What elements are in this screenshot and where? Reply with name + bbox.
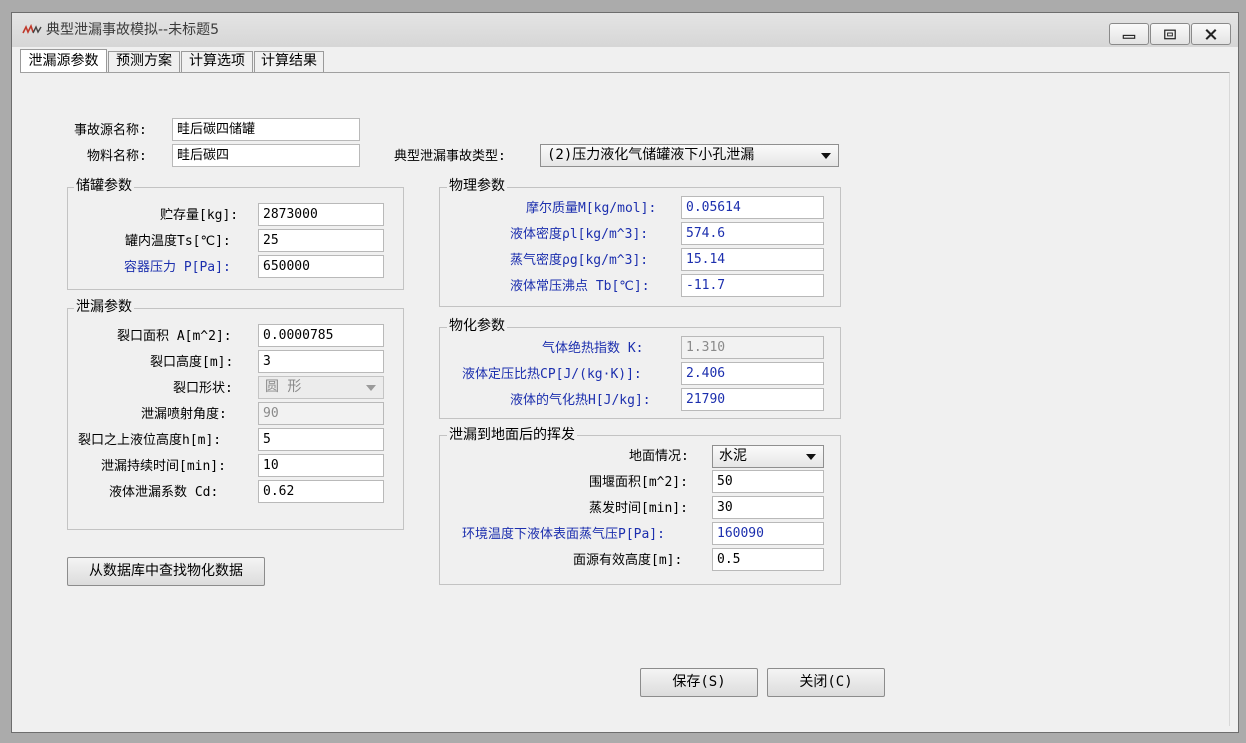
material-name-label: 物料名称: bbox=[87, 149, 147, 164]
liquid-density-label: 液体密度ρl[kg/m^3]: bbox=[510, 227, 649, 242]
evaporation-title: 泄漏到地面后的挥发 bbox=[447, 427, 577, 443]
tab-calc-options[interactable]: 计算选项 bbox=[181, 51, 253, 72]
tank-temp-label: 罐内温度Ts[℃]: bbox=[125, 234, 231, 249]
liquid-density-field[interactable]: 574.6 bbox=[681, 222, 824, 245]
physical-params-title: 物理参数 bbox=[447, 178, 507, 194]
leak-params-title: 泄漏参数 bbox=[74, 299, 134, 315]
leak-coef-label: 液体泄漏系数 Cd: bbox=[109, 485, 219, 500]
jet-angle-field[interactable]: 90 bbox=[258, 402, 384, 425]
vapor-pressure-label: 环境温度下液体表面蒸气压P[Pa]: bbox=[462, 527, 665, 542]
dike-area-label: 围堰面积[m^2]: bbox=[589, 475, 688, 490]
dike-area-field[interactable]: 50 bbox=[712, 470, 824, 493]
adiabatic-index-field[interactable]: 1.310 bbox=[681, 336, 824, 359]
breach-height-field[interactable]: 3 bbox=[258, 350, 384, 373]
close-button[interactable]: 关闭(C) bbox=[767, 668, 885, 697]
source-height-field[interactable]: 0.5 bbox=[712, 548, 824, 571]
leak-duration-field[interactable]: 10 bbox=[258, 454, 384, 477]
lookup-database-button[interactable]: 从数据库中查找物化数据 bbox=[67, 557, 265, 586]
ground-type-select[interactable]: 水泥 bbox=[712, 445, 824, 468]
ground-type-label: 地面情况: bbox=[629, 449, 689, 464]
main-window: 典型泄漏事故模拟--未标题5 泄漏源参数 预测方案 计算选项 计算结果 事故源名… bbox=[11, 12, 1239, 733]
source-name-label: 事故源名称: bbox=[74, 123, 147, 138]
chevron-down-icon bbox=[806, 454, 816, 460]
adiabatic-index-label: 气体绝热指数 K: bbox=[542, 341, 644, 356]
accident-type-select[interactable]: (2)压力液化气储罐液下小孔泄漏 bbox=[540, 144, 839, 167]
boiling-point-field[interactable]: -11.7 bbox=[681, 274, 824, 297]
vapor-density-label: 蒸气密度ρg[kg/m^3]: bbox=[510, 253, 649, 268]
tank-temp-field[interactable]: 25 bbox=[258, 229, 384, 252]
molar-mass-field[interactable]: 0.05614 bbox=[681, 196, 824, 219]
minimize-button[interactable] bbox=[1109, 23, 1149, 45]
source-height-label: 面源有效高度[m]: bbox=[573, 553, 683, 568]
tab-forecast-plan[interactable]: 预测方案 bbox=[108, 51, 180, 72]
breach-shape-label: 裂口形状: bbox=[173, 381, 233, 396]
chevron-down-icon bbox=[366, 385, 376, 391]
tank-params-title: 储罐参数 bbox=[74, 178, 134, 194]
specific-heat-field[interactable]: 2.406 bbox=[681, 362, 824, 385]
close-window-button[interactable] bbox=[1191, 23, 1231, 45]
app-logo-icon bbox=[22, 24, 42, 34]
vessel-pressure-label: 容器压力 P[Pa]: bbox=[124, 260, 231, 275]
storage-amount-label: 贮存量[kg]: bbox=[160, 208, 239, 223]
physchem-params-title: 物化参数 bbox=[447, 318, 507, 334]
chevron-down-icon bbox=[821, 153, 831, 159]
molar-mass-label: 摩尔质量M[kg/mol]: bbox=[526, 201, 657, 216]
accident-type-label: 典型泄漏事故类型: bbox=[394, 149, 506, 164]
accident-type-value: (2)压力液化气储罐液下小孔泄漏 bbox=[547, 147, 755, 163]
breach-height-label: 裂口高度[m]: bbox=[150, 355, 234, 370]
evap-time-field[interactable]: 30 bbox=[712, 496, 824, 519]
material-name-field[interactable]: 畦后碳四 bbox=[172, 144, 360, 167]
breach-area-label: 裂口面积 A[m^2]: bbox=[117, 329, 232, 344]
vapor-pressure-field[interactable]: 160090 bbox=[712, 522, 824, 545]
vaporization-heat-label: 液体的气化热H[J/kg]: bbox=[510, 393, 651, 408]
title-bar[interactable]: 典型泄漏事故模拟--未标题5 bbox=[12, 13, 1238, 47]
leak-duration-label: 泄漏持续时间[min]: bbox=[101, 459, 226, 474]
leak-source-panel: 事故源名称: 畦后碳四储罐 物料名称: 畦后碳四 典型泄漏事故类型: (2)压力… bbox=[20, 72, 1230, 726]
storage-amount-field[interactable]: 2873000 bbox=[258, 203, 384, 226]
boiling-point-label: 液体常压沸点 Tb[℃]: bbox=[510, 279, 650, 294]
evap-time-label: 蒸发时间[min]: bbox=[589, 501, 688, 516]
minimize-icon bbox=[1122, 34, 1136, 39]
specific-heat-label: 液体定压比热CP[J/(kg·K)]: bbox=[462, 367, 642, 382]
save-button[interactable]: 保存(S) bbox=[640, 668, 758, 697]
close-icon bbox=[1205, 28, 1217, 40]
maximize-button[interactable] bbox=[1150, 23, 1190, 45]
breach-area-field[interactable]: 0.0000785 bbox=[258, 324, 384, 347]
vessel-pressure-field[interactable]: 650000 bbox=[258, 255, 384, 278]
vapor-density-field[interactable]: 15.14 bbox=[681, 248, 824, 271]
liquid-level-label: 裂口之上液位高度h[m]: bbox=[78, 433, 222, 448]
ground-type-value: 水泥 bbox=[719, 448, 747, 464]
restore-icon bbox=[1164, 29, 1176, 40]
leak-coef-field[interactable]: 0.62 bbox=[258, 480, 384, 503]
liquid-level-field[interactable]: 5 bbox=[258, 428, 384, 451]
tab-leak-source[interactable]: 泄漏源参数 bbox=[20, 49, 107, 73]
breach-shape-select[interactable]: 圆 形 bbox=[258, 376, 384, 399]
jet-angle-label: 泄漏喷射角度: bbox=[141, 407, 227, 422]
breach-shape-value: 圆 形 bbox=[265, 379, 302, 395]
vaporization-heat-field[interactable]: 21790 bbox=[681, 388, 824, 411]
source-name-field[interactable]: 畦后碳四储罐 bbox=[172, 118, 360, 141]
window-title: 典型泄漏事故模拟--未标题5 bbox=[46, 22, 220, 38]
tab-calc-results[interactable]: 计算结果 bbox=[254, 51, 324, 72]
